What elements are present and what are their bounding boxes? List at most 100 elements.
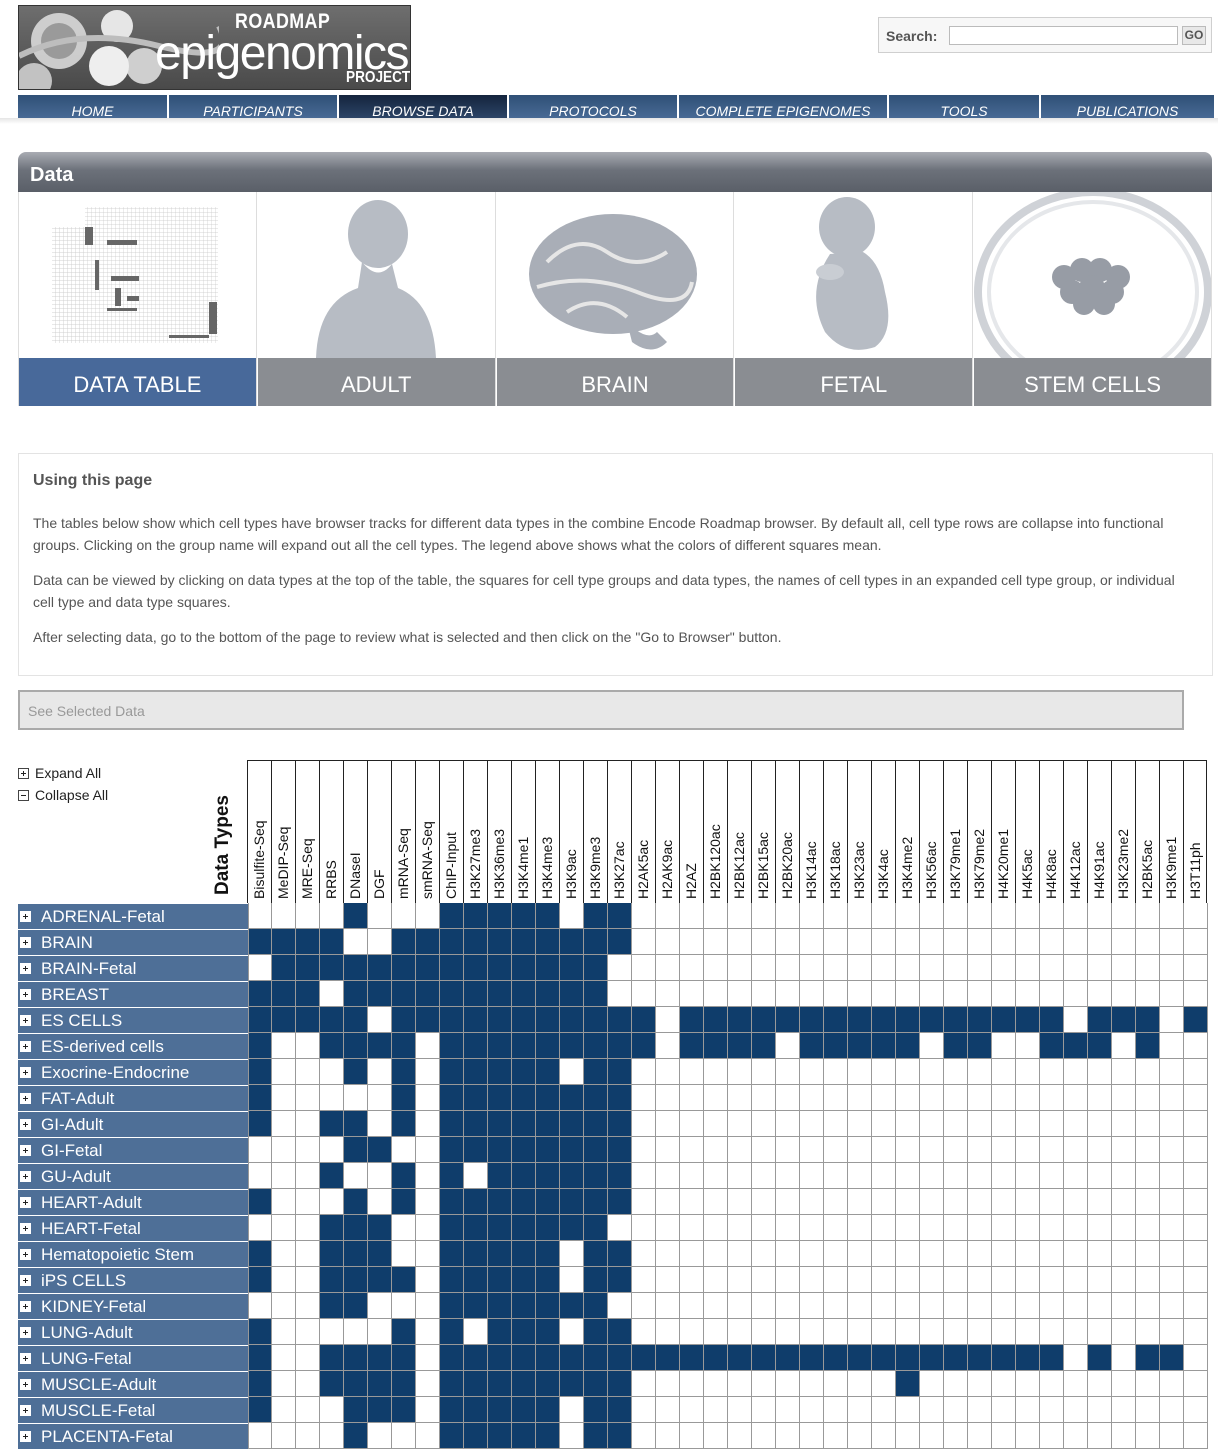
matrix-cell[interactable] — [272, 1345, 296, 1371]
matrix-cell[interactable] — [752, 1371, 776, 1397]
matrix-cell[interactable] — [416, 1033, 440, 1059]
matrix-cell[interactable] — [680, 1007, 704, 1033]
nav-browse-data[interactable]: BROWSE DATA — [339, 95, 509, 118]
matrix-cell[interactable] — [1040, 1345, 1064, 1371]
matrix-cell[interactable] — [656, 1007, 680, 1033]
matrix-cell[interactable] — [776, 1189, 800, 1215]
expand-row-plus-icon[interactable] — [20, 1223, 31, 1234]
matrix-cell[interactable] — [1088, 1371, 1112, 1397]
matrix-cell[interactable] — [272, 1241, 296, 1267]
matrix-cell[interactable] — [824, 981, 848, 1007]
matrix-cell[interactable] — [848, 1007, 872, 1033]
matrix-cell[interactable] — [992, 981, 1016, 1007]
matrix-cell[interactable] — [1088, 955, 1112, 981]
matrix-cell[interactable] — [488, 1033, 512, 1059]
matrix-cell[interactable] — [344, 1215, 368, 1241]
matrix-cell[interactable] — [608, 1423, 632, 1449]
matrix-cell[interactable] — [800, 1423, 824, 1449]
matrix-cell[interactable] — [824, 1293, 848, 1319]
matrix-cell[interactable] — [416, 1267, 440, 1293]
matrix-cell[interactable] — [368, 1371, 392, 1397]
matrix-cell[interactable] — [1088, 1423, 1112, 1449]
column-header-h4k12ac[interactable]: H4K12ac — [1063, 760, 1087, 903]
expand-row-plus-icon[interactable] — [20, 1275, 31, 1286]
matrix-cell[interactable] — [392, 1267, 416, 1293]
matrix-cell[interactable] — [704, 1345, 728, 1371]
matrix-cell[interactable] — [992, 1319, 1016, 1345]
matrix-cell[interactable] — [1160, 929, 1184, 955]
matrix-cell[interactable] — [1184, 955, 1208, 981]
matrix-cell[interactable] — [728, 1267, 752, 1293]
matrix-cell[interactable] — [368, 1215, 392, 1241]
matrix-cell[interactable] — [656, 1215, 680, 1241]
matrix-cell[interactable] — [1040, 1215, 1064, 1241]
matrix-cell[interactable] — [968, 1007, 992, 1033]
matrix-cell[interactable] — [296, 1241, 320, 1267]
matrix-cell[interactable] — [872, 1085, 896, 1111]
matrix-cell[interactable] — [728, 1423, 752, 1449]
matrix-cell[interactable] — [608, 1163, 632, 1189]
matrix-cell[interactable] — [248, 981, 272, 1007]
matrix-cell[interactable] — [776, 955, 800, 981]
matrix-cell[interactable] — [440, 1189, 464, 1215]
matrix-cell[interactable] — [656, 955, 680, 981]
expand-row-plus-icon[interactable] — [20, 989, 31, 1000]
matrix-cell[interactable] — [296, 1189, 320, 1215]
matrix-cell[interactable] — [368, 1319, 392, 1345]
matrix-cell[interactable] — [920, 903, 944, 929]
matrix-cell[interactable] — [248, 1033, 272, 1059]
matrix-cell[interactable] — [1016, 1371, 1040, 1397]
column-header-smrna-seq[interactable]: smRNA-Seq — [415, 760, 439, 903]
matrix-cell[interactable] — [656, 1137, 680, 1163]
matrix-cell[interactable] — [848, 1111, 872, 1137]
matrix-cell[interactable] — [632, 1111, 656, 1137]
matrix-cell[interactable] — [608, 981, 632, 1007]
matrix-cell[interactable] — [944, 1319, 968, 1345]
matrix-cell[interactable] — [848, 929, 872, 955]
matrix-cell[interactable] — [1160, 1397, 1184, 1423]
matrix-cell[interactable] — [1088, 1111, 1112, 1137]
matrix-cell[interactable] — [584, 1319, 608, 1345]
matrix-cell[interactable] — [992, 1345, 1016, 1371]
matrix-cell[interactable] — [1184, 1033, 1208, 1059]
matrix-cell[interactable] — [1040, 1423, 1064, 1449]
matrix-cell[interactable] — [560, 1267, 584, 1293]
matrix-cell[interactable] — [344, 1189, 368, 1215]
matrix-cell[interactable] — [248, 1137, 272, 1163]
matrix-cell[interactable] — [896, 1085, 920, 1111]
row-group-es-derived-cells[interactable]: ES-derived cells — [18, 1034, 248, 1059]
matrix-cell[interactable] — [536, 1111, 560, 1137]
matrix-cell[interactable] — [344, 1267, 368, 1293]
matrix-cell[interactable] — [368, 1163, 392, 1189]
matrix-cell[interactable] — [800, 1111, 824, 1137]
matrix-cell[interactable] — [584, 1293, 608, 1319]
matrix-cell[interactable] — [968, 1189, 992, 1215]
matrix-cell[interactable] — [320, 1059, 344, 1085]
matrix-cell[interactable] — [800, 1007, 824, 1033]
matrix-cell[interactable] — [1184, 1345, 1208, 1371]
matrix-cell[interactable] — [848, 981, 872, 1007]
expand-row-plus-icon[interactable] — [20, 1093, 31, 1104]
matrix-cell[interactable] — [656, 1371, 680, 1397]
row-group-gi-fetal[interactable]: GI-Fetal — [18, 1138, 248, 1163]
matrix-cell[interactable] — [1112, 1007, 1136, 1033]
matrix-cell[interactable] — [272, 1059, 296, 1085]
matrix-cell[interactable] — [848, 1267, 872, 1293]
matrix-cell[interactable] — [1016, 929, 1040, 955]
matrix-cell[interactable] — [872, 1111, 896, 1137]
column-header-h2bk120ac[interactable]: H2BK120ac — [703, 760, 727, 903]
matrix-cell[interactable] — [704, 1241, 728, 1267]
matrix-cell[interactable] — [1112, 1059, 1136, 1085]
matrix-cell[interactable] — [992, 955, 1016, 981]
matrix-cell[interactable] — [680, 1267, 704, 1293]
matrix-cell[interactable] — [1016, 1111, 1040, 1137]
matrix-cell[interactable] — [1136, 1423, 1160, 1449]
matrix-cell[interactable] — [920, 981, 944, 1007]
matrix-cell[interactable] — [704, 1215, 728, 1241]
matrix-cell[interactable] — [296, 1319, 320, 1345]
matrix-cell[interactable] — [1064, 955, 1088, 981]
matrix-cell[interactable] — [248, 1293, 272, 1319]
matrix-cell[interactable] — [1064, 1293, 1088, 1319]
matrix-cell[interactable] — [1160, 1371, 1184, 1397]
tile-data-table[interactable]: DATA TABLE — [19, 192, 257, 406]
